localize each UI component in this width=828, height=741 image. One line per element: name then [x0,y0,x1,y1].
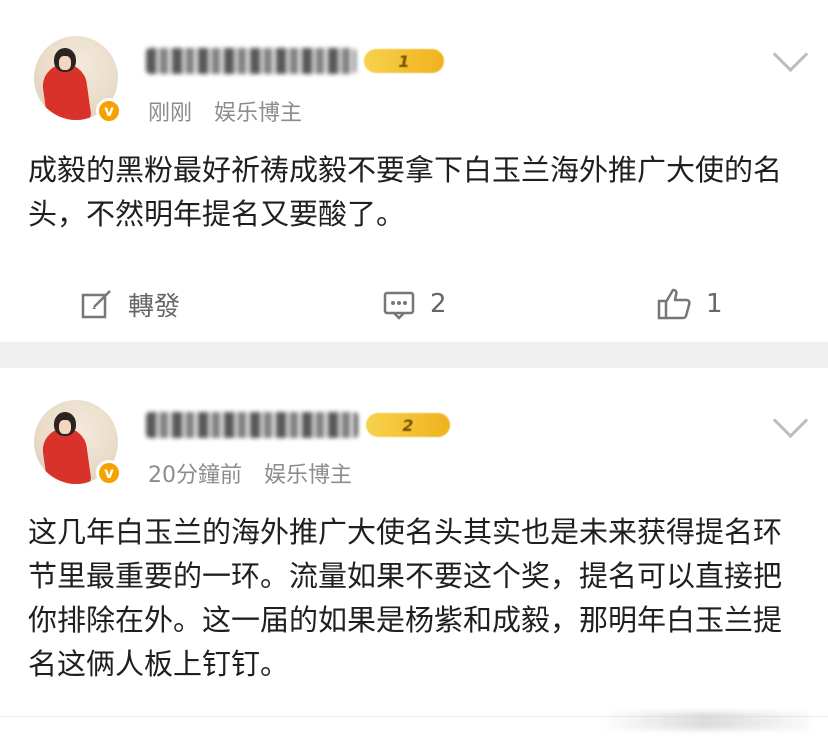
post-text: 这几年白玉兰的海外推广大使名头其实也是未来获得提名环节里最重要的一环。流量如果不… [28,515,783,681]
post-text: 成毅的黑粉最好祈祷成毅不要拿下白玉兰海外推广大使的名头，不然明年提名又要酸了。 [28,153,783,231]
blurred-watermark [600,712,810,730]
author-tag: 娱乐博主 [214,101,303,126]
comment-button[interactable]: 2 [382,282,447,326]
pencil-square-icon [80,287,114,321]
level-badge: 1 [364,49,444,73]
post-meta: 刚刚 娱乐博主 [148,95,302,127]
level-badge-value: 2 [402,415,414,435]
post-meta: 20分鐘前 娱乐博主 [148,457,352,489]
repost-label: 轉發 [128,291,181,322]
level-badge: 2 [366,413,450,437]
post-time: 刚刚 [148,101,193,126]
comment-count: 2 [430,289,447,319]
level-badge-value: 1 [398,51,410,71]
post-card-2: v 2 20分鐘前 娱乐博主 这几年白玉兰的海外推广大使名头其实也是未来获得提名… [0,368,828,741]
username[interactable]: 2 [146,408,450,442]
thumbs-up-icon [656,286,692,322]
comment-icon [382,287,416,321]
post-card-1: v 1 刚刚 娱乐博主 成毅的黑粉最好祈祷成毅不要拿下白玉兰海外推广大使的名头，… [0,0,828,342]
repost-button[interactable]: 轉發 [80,282,180,326]
chevron-down-icon[interactable] [772,402,809,439]
verified-v-icon: v [96,98,122,124]
verified-v-icon: v [96,460,122,486]
blurred-username [146,48,356,74]
like-button[interactable]: 1 [656,282,723,326]
post-actions: 轉發 2 1 [0,282,828,326]
post-time: 20分鐘前 [148,463,242,488]
username[interactable]: 1 [146,44,444,78]
author-tag: 娱乐博主 [264,463,353,488]
post-separator [0,342,828,368]
like-count: 1 [706,289,723,319]
blurred-username [146,412,358,438]
chevron-down-icon[interactable] [772,36,809,73]
